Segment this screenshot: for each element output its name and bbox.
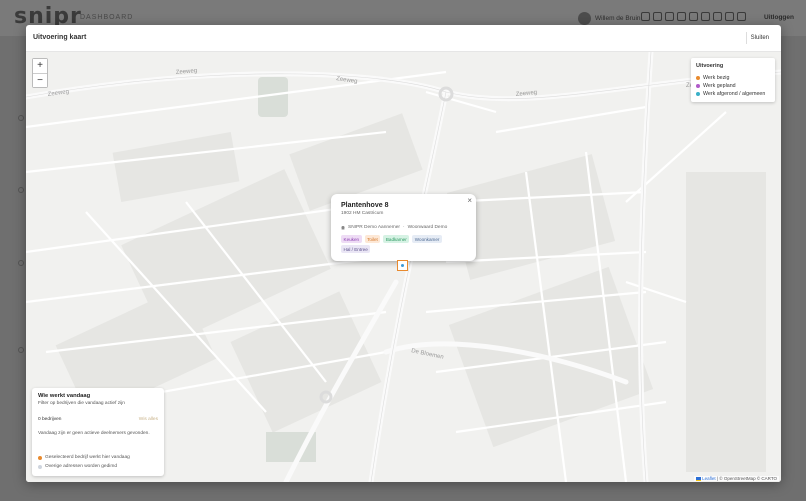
legend-label: Werk afgerond / algemeen — [703, 91, 766, 97]
clear-all-button[interactable]: Wis alles — [139, 417, 158, 422]
marker-dot-icon — [401, 264, 404, 267]
close-button[interactable]: Sluiten — [745, 32, 773, 44]
popup-close-icon[interactable]: × — [467, 196, 472, 205]
list-item — [18, 187, 24, 193]
chart-icon[interactable] — [653, 12, 662, 21]
flag-icon — [696, 476, 702, 481]
book-icon[interactable] — [713, 12, 722, 21]
legend-label: Werk bezig — [703, 75, 730, 81]
user-name: Willem de Bruin — [595, 14, 641, 22]
megaphone-icon[interactable] — [665, 12, 674, 21]
address-popup: × Plantenhove 8 1902 HM Castricum SNIPR … — [331, 194, 476, 269]
map-canvas[interactable]: Zeeweg Zeeweg Zeeweg Zeeweg Zeeweg De Bl… — [26, 52, 781, 482]
room-tag: Toilet — [364, 235, 381, 243]
list-item — [18, 260, 24, 266]
attribution-text: | © OpenStreetMap © CARTO — [715, 476, 777, 481]
list-item — [18, 347, 24, 353]
map-legend: Uitvoering Werk bezig Werk gepland Werk … — [691, 58, 775, 102]
timer-icon[interactable] — [641, 12, 650, 21]
modal-header: Uitvoering kaart Sluiten — [26, 25, 781, 52]
map-attribution: Leaflet | © OpenStreetMap © CARTO — [694, 476, 779, 481]
panel-legend-label: Overige adressen worden gedimd — [45, 464, 117, 469]
section-label: DASHBOARD — [80, 14, 134, 21]
map-marker[interactable] — [397, 260, 408, 271]
home-icon — [341, 225, 345, 230]
empty-message: Vandaag zijn er geen actieve deelnemers … — [38, 431, 150, 436]
panel-legend-dimmed: Overige adressen worden gedimd — [38, 464, 117, 469]
calendar-icon[interactable] — [725, 12, 734, 21]
avatar — [578, 11, 591, 25]
legend-item-in-progress: Werk bezig — [696, 75, 729, 81]
popup-postcode: 1902 HM Castricum — [341, 211, 384, 216]
list-item — [18, 115, 24, 121]
zoom-in-button[interactable]: + — [33, 59, 47, 73]
panel-subtitle: Filter op bedrijven die vandaag actief z… — [38, 401, 125, 406]
room-tag: Hal / Entree — [341, 245, 371, 253]
company-count: 0 bedrijven — [38, 417, 62, 422]
status-dot-icon — [38, 464, 42, 469]
zoom-out-button[interactable]: − — [33, 73, 47, 87]
status-dot-icon — [696, 84, 700, 88]
today-panel: Wie werkt vandaag Filter op bedrijven di… — [32, 388, 164, 476]
legend-item-planned: Werk gepland — [696, 83, 736, 89]
map-modal: Uitvoering kaart Sluiten Zeeweg Zeeweg Z… — [26, 25, 781, 482]
network-icon[interactable] — [677, 12, 686, 21]
zoom-control: + − — [32, 58, 48, 88]
background-list — [8, 40, 26, 480]
popup-tags: Keuken Toilet Badkamer Woonkamer Hal / E… — [341, 235, 471, 253]
message-icon[interactable] — [701, 12, 710, 21]
room-tag: Badkamer — [383, 235, 410, 243]
panel-legend-label: Geselecteerd bedrijf werkt hier vandaag — [45, 455, 130, 460]
logout-button[interactable]: Uitloggen — [764, 14, 794, 21]
popup-company: SNIPR Demo Aannemer — [348, 225, 400, 230]
modal-title: Uitvoering kaart — [33, 34, 87, 41]
status-dot-icon — [38, 455, 42, 460]
popup-meta: SNIPR Demo Aannemer · Woonwaard Demo — [341, 225, 447, 230]
status-dot-icon — [696, 92, 700, 96]
panel-title: Wie werkt vandaag — [38, 393, 91, 399]
room-tag: Woonkamer — [412, 235, 442, 243]
copy-icon[interactable] — [737, 12, 746, 21]
panel-legend-selected: Geselecteerd bedrijf werkt hier vandaag — [38, 455, 130, 460]
chat-icon[interactable] — [689, 12, 698, 21]
header-toolbar — [641, 12, 746, 21]
legend-item-done: Werk afgerond / algemeen — [696, 91, 765, 97]
leaflet-link[interactable]: Leaflet — [702, 476, 716, 481]
status-dot-icon — [696, 76, 700, 80]
room-tag: Keuken — [341, 235, 362, 243]
user-menu[interactable]: Willem de Bruin — [578, 11, 641, 25]
popup-separator: · — [403, 225, 405, 230]
popup-address: Plantenhove 8 — [341, 202, 389, 209]
legend-title: Uitvoering — [696, 63, 724, 69]
popup-client: Woonwaard Demo — [407, 225, 448, 230]
legend-label: Werk gepland — [703, 83, 736, 89]
